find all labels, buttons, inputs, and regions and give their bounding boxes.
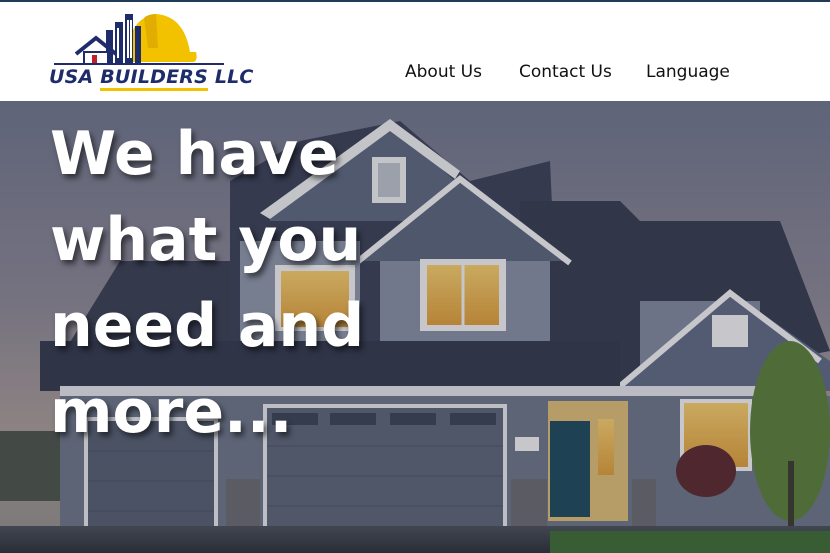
nav-contact-us[interactable]: Contact Us xyxy=(519,62,612,82)
brand-name: USA BUILDERS LLC xyxy=(49,66,254,91)
hero-banner: We have what you need and more... xyxy=(0,101,830,553)
hero-headline: We have what you need and more... xyxy=(50,111,370,455)
headline-line-2: what you xyxy=(50,205,362,275)
headline-line-4: more... xyxy=(50,377,293,447)
site-header: USA BUILDERS LLC About Us Contact Us Lan… xyxy=(0,2,830,101)
headline-line-3: need and xyxy=(50,291,365,361)
headline-line-1: We have xyxy=(50,119,339,189)
brand-logo[interactable]: USA BUILDERS LLC xyxy=(44,8,253,96)
nav-about-us[interactable]: About Us xyxy=(405,62,482,82)
house-skyline-hardhat-logo-icon xyxy=(54,14,224,65)
nav-language[interactable]: Language xyxy=(646,62,730,82)
